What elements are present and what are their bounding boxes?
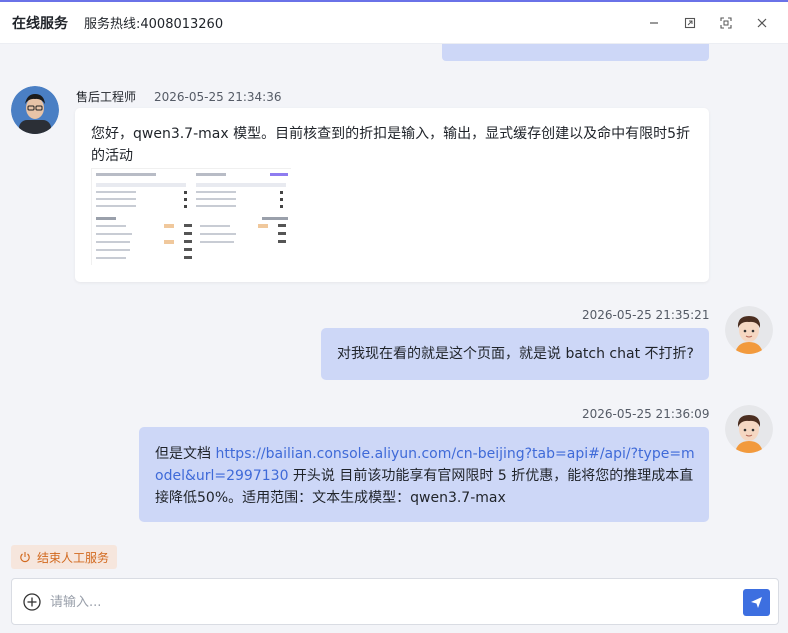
minimize-icon [650, 22, 658, 24]
power-icon [20, 552, 30, 563]
plus-circle-icon [23, 593, 41, 611]
user-avatar [725, 306, 773, 354]
send-button[interactable] [743, 589, 770, 616]
close-icon [757, 18, 767, 28]
attached-screenshot-image[interactable] [91, 168, 292, 266]
user-message-text: 对我现在看的就是这个页面，就是说 batch chat 不打折? [337, 346, 694, 362]
user-avatar [725, 405, 773, 453]
previous-message-bubble [442, 44, 709, 61]
agent-avatar [11, 86, 59, 134]
user-message-time: 2026-05-25 21:35:21 [582, 308, 710, 322]
minimize-button[interactable] [636, 12, 672, 34]
restore-icon [684, 17, 696, 29]
send-icon [751, 597, 762, 608]
fullscreen-icon [720, 17, 732, 29]
end-service-label: 结束人工服务 [37, 550, 110, 565]
user-message-text: 但是文档 https://bailian.console.aliyun.com/… [155, 443, 695, 509]
agent-name: 售后工程师 [76, 90, 137, 104]
agent-message-text: 您好，qwen3.7-max 模型。目前核查到的折扣是输入，输出，显式缓存创建以… [91, 126, 690, 164]
end-service-button[interactable]: 结束人工服务 [11, 545, 118, 569]
agent-message-meta: 售后工程师 2026-05-25 21:34:36 [76, 88, 281, 105]
agent-message-bubble: 您好，qwen3.7-max 模型。目前核查到的折扣是输入，输出，显式缓存创建以… [75, 108, 709, 282]
add-attachment-button[interactable] [22, 592, 42, 612]
service-hotline: 服务热线:4008013260 [84, 17, 224, 32]
window-header: 在线服务 服务热线:4008013260 [0, 2, 788, 44]
window-controls [636, 12, 780, 34]
user-message-time: 2026-05-25 21:36:09 [582, 407, 710, 421]
message-input-bar [11, 578, 779, 625]
user-message-bubble: 对我现在看的就是这个页面，就是说 batch chat 不打折? [321, 328, 709, 380]
close-button[interactable] [744, 12, 780, 34]
agent-message-time: 2026-05-25 21:34:36 [154, 90, 282, 104]
restore-button[interactable] [672, 12, 708, 34]
fullscreen-button[interactable] [708, 12, 744, 34]
message-input[interactable] [50, 589, 730, 615]
user-message-bubble: 但是文档 https://bailian.console.aliyun.com/… [139, 427, 709, 522]
chat-area[interactable]: 售后工程师 2026-05-25 21:34:36 您好，qwen3.7-max … [0, 44, 788, 534]
window-title: 在线服务 [12, 15, 68, 32]
message-text-before-link: 但是文档 [155, 446, 216, 462]
